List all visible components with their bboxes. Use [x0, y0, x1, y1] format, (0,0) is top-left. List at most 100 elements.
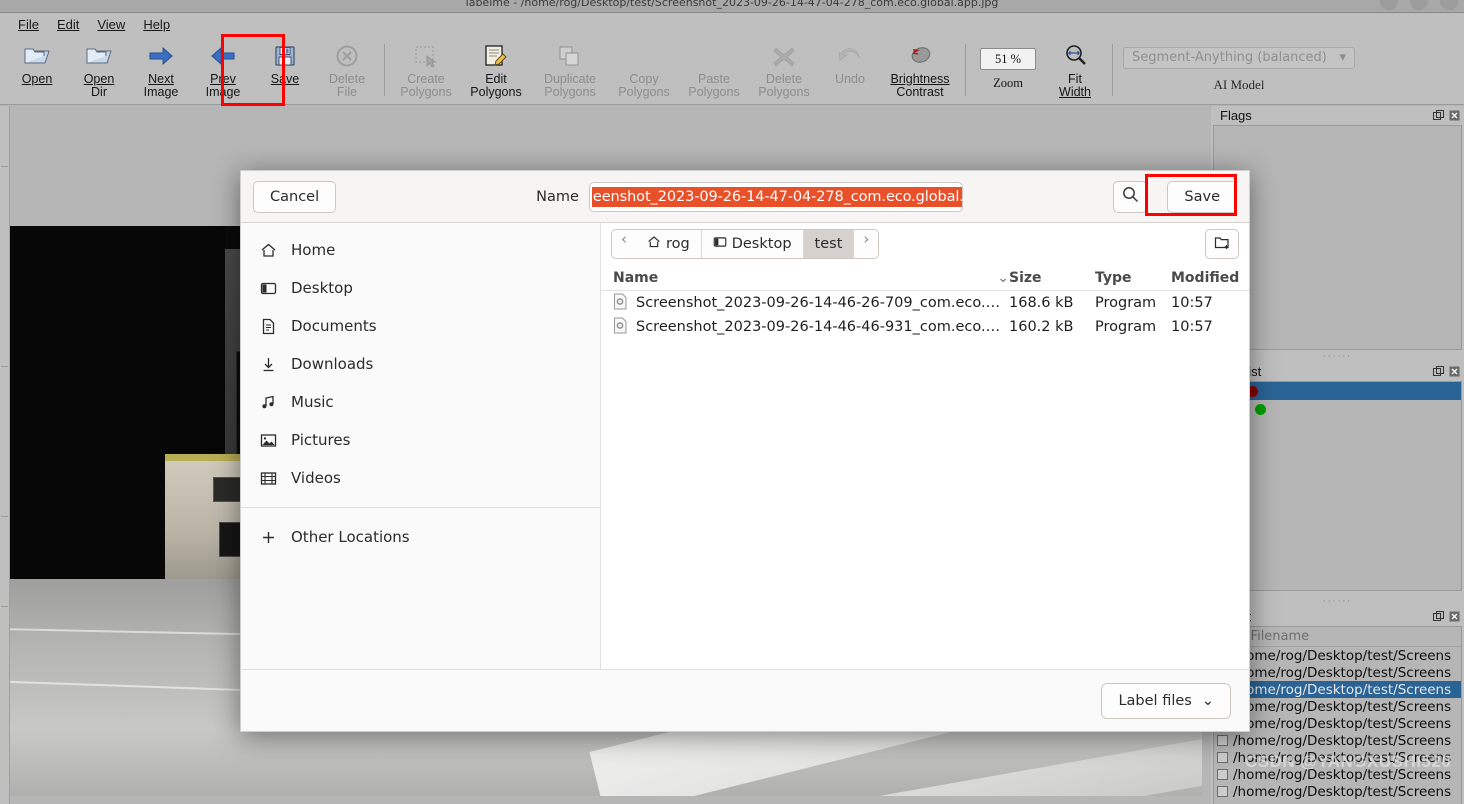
- sidebar-item-home[interactable]: Home: [241, 231, 600, 269]
- toolbar-paste-polygons[interactable]: Paste Polygons: [679, 37, 749, 103]
- toolbar-prev-image[interactable]: Prev Image: [192, 37, 254, 103]
- breadcrumb-prev-button[interactable]: ‹: [612, 230, 636, 258]
- desktop-icon: [259, 279, 277, 297]
- file-list-item[interactable]: /home/rog/Desktop/test/Screens: [1214, 732, 1461, 749]
- toolbar-save[interactable]: Save: [254, 37, 316, 103]
- main-toolbar: Open OpenDir NextImage PrevImage Save: [0, 35, 1464, 105]
- column-header-name[interactable]: Name ⌄: [607, 270, 1009, 286]
- file-list-item[interactable]: /home/rog/Desktop/test/Screens: [1214, 783, 1461, 800]
- file-checkbox[interactable]: [1217, 786, 1228, 797]
- sidebar-item-downloads[interactable]: Downloads: [241, 345, 600, 383]
- column-header-size[interactable]: Size: [1009, 270, 1095, 286]
- sidebar-item-desktop[interactable]: Desktop: [241, 269, 600, 307]
- toolbar-brightness-contrast[interactable]: Brightness Contrast: [881, 37, 959, 103]
- file-list-item[interactable]: /home/rog/Desktop/test/Screens: [1214, 698, 1461, 715]
- file-list-item[interactable]: /home/rog/Desktop/test/Screens: [1214, 664, 1461, 681]
- file-name-text: Screenshot_2023-09-26-14-46-46-931_com.e…: [636, 319, 1009, 335]
- ai-model-control[interactable]: Segment-Anything (balanced) ▾ AI Model: [1119, 46, 1359, 93]
- file-path: /home/rog/Desktop/test/Screens: [1233, 681, 1452, 698]
- file-list-item[interactable]: /home/rog/Desktop/test/Screens: [1214, 749, 1461, 766]
- sidebar-divider: [241, 507, 600, 508]
- float-icon[interactable]: [1432, 610, 1445, 623]
- dialog-cancel-button[interactable]: Cancel: [253, 180, 337, 213]
- label-list-item[interactable]: uce: [1214, 382, 1461, 400]
- create-folder-button[interactable]: [1205, 229, 1239, 259]
- ai-model-caption: AI Model: [1213, 76, 1265, 92]
- label-files-filter-button[interactable]: Label files ⌄: [1101, 682, 1231, 719]
- column-header-type[interactable]: Type: [1095, 270, 1171, 286]
- arrow-left-icon: [209, 41, 237, 71]
- zoom-value[interactable]: 51 %: [980, 48, 1036, 70]
- table-row[interactable]: Screenshot_2023-09-26-14-46-26-709_com.e…: [601, 291, 1249, 315]
- file-checkbox[interactable]: [1217, 769, 1228, 780]
- close-icon[interactable]: [1448, 109, 1461, 122]
- toolbar-create-polygons[interactable]: Create Polygons: [391, 37, 461, 103]
- menu-help[interactable]: Help: [137, 16, 176, 33]
- toolbar-next-image-label: Next Image: [143, 71, 179, 99]
- sidebar-item-documents[interactable]: Documents: [241, 307, 600, 345]
- file-path: /home/rog/Desktop/test/Screens: [1233, 732, 1452, 749]
- file-list[interactable]: arch Filename /home/rog/Desktop/test/Scr…: [1213, 626, 1462, 804]
- toolbar-delete-polygons[interactable]: Delete Polygons: [749, 37, 819, 103]
- toolbar-open-dir-label: Open Dir: [83, 71, 115, 99]
- maximize-button[interactable]: [1410, 0, 1428, 10]
- home-icon: [647, 235, 661, 253]
- label-list-item[interactable]: ucea: [1214, 400, 1461, 418]
- menu-file[interactable]: File: [12, 16, 45, 33]
- toolbar-duplicate-polygons[interactable]: Duplicate Polygons: [531, 37, 609, 103]
- chevron-down-icon: ⌄: [1201, 692, 1214, 709]
- toolbar-brightness-contrast-label: Brightness Contrast: [890, 71, 950, 99]
- filename-input[interactable]: eenshot_2023-09-26-14-47-04-278_com.eco.…: [588, 181, 963, 212]
- file-size-cell: 168.6 kB: [1009, 295, 1074, 311]
- breadcrumb-segment-desktop[interactable]: Desktop: [702, 230, 804, 258]
- file-list-item[interactable]: /home/rog/Desktop/test/Screens: [1214, 715, 1461, 732]
- toolbar-undo-label: Undo: [835, 71, 865, 86]
- column-header-modified[interactable]: Modified: [1171, 270, 1243, 286]
- toolbar-edit-polygons[interactable]: Edit Polygons: [461, 37, 531, 103]
- label-list[interactable]: uce ucea: [1213, 381, 1462, 591]
- picture-icon: [259, 431, 277, 449]
- toolbar-save-label: Save: [270, 71, 300, 86]
- file-modified-cell: 10:57: [1171, 295, 1213, 311]
- breadcrumb-segment-test[interactable]: test: [803, 230, 855, 258]
- sidebar-item-videos[interactable]: Videos: [241, 459, 600, 497]
- chevron-down-icon: ▾: [1339, 50, 1346, 65]
- dialog-file-rows[interactable]: Screenshot_2023-09-26-14-46-26-709_com.e…: [601, 291, 1249, 669]
- x-mark-icon: [771, 41, 797, 71]
- file-search-input[interactable]: arch Filename: [1214, 627, 1461, 647]
- close-button[interactable]: [1440, 0, 1458, 10]
- close-icon[interactable]: [1448, 610, 1461, 623]
- sidebar-item-music[interactable]: Music: [241, 383, 600, 421]
- toolbar-copy-polygons[interactable]: Copy Polygons: [609, 37, 679, 103]
- close-icon[interactable]: [1448, 365, 1461, 378]
- flags-list[interactable]: [1213, 125, 1462, 350]
- minimize-button[interactable]: [1380, 0, 1398, 10]
- sidebar-item-label: Downloads: [291, 355, 374, 373]
- dialog-save-button[interactable]: Save: [1167, 180, 1237, 213]
- toolbar-open[interactable]: Open: [6, 37, 68, 103]
- toolbar-delete-file[interactable]: Delete File: [316, 37, 378, 103]
- float-icon[interactable]: [1432, 365, 1445, 378]
- dialog-search-button[interactable]: [1113, 180, 1148, 213]
- ai-model-select[interactable]: Segment-Anything (balanced) ▾: [1123, 46, 1355, 69]
- file-checkbox[interactable]: [1217, 752, 1228, 763]
- toolbar-next-image[interactable]: Next Image: [130, 37, 192, 103]
- file-list-item[interactable]: /home/rog/Desktop/test/Screens: [1214, 766, 1461, 783]
- float-icon[interactable]: [1432, 109, 1445, 122]
- sidebar-item-pictures[interactable]: Pictures: [241, 421, 600, 459]
- breadcrumb-next-button[interactable]: ›: [854, 230, 878, 258]
- zoom-control[interactable]: 51 % Zoom: [972, 48, 1044, 91]
- toolbar-fit-width[interactable]: Fit Width: [1044, 37, 1106, 103]
- toolbar-open-dir[interactable]: Open Dir: [68, 37, 130, 103]
- file-list-item[interactable]: /home/rog/Desktop/test/Screens: [1214, 647, 1461, 664]
- table-row[interactable]: Screenshot_2023-09-26-14-46-46-931_com.e…: [601, 315, 1249, 339]
- menubar: File Edit View Help: [0, 13, 1464, 35]
- toolbar-undo[interactable]: Undo: [819, 37, 881, 103]
- menu-edit[interactable]: Edit: [51, 16, 85, 33]
- file-list-item[interactable]: /home/rog/Desktop/test/Screens: [1214, 681, 1461, 698]
- sidebar-item-other-locations[interactable]: Other Locations: [241, 518, 600, 556]
- file-checkbox[interactable]: [1217, 735, 1228, 746]
- menu-view[interactable]: View: [91, 16, 131, 33]
- file-size-cell: 160.2 kB: [1009, 319, 1074, 335]
- breadcrumb-segment-rog[interactable]: rog: [636, 230, 702, 258]
